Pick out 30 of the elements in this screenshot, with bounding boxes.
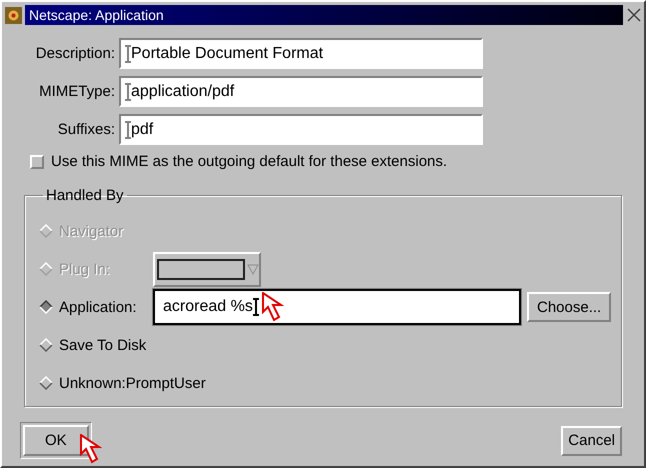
radio-label: Plug In: bbox=[59, 260, 110, 278]
text-field[interactable]: application/pdf bbox=[119, 76, 483, 107]
radio-button[interactable] bbox=[39, 300, 53, 314]
radio-label: Unknown:PromptUser bbox=[59, 374, 206, 392]
checkbox[interactable] bbox=[30, 154, 44, 168]
radio-label: Application: bbox=[59, 298, 137, 316]
field-label: MIMEType: bbox=[38, 83, 115, 100]
radio-button[interactable] bbox=[39, 376, 53, 390]
text-field[interactable]: Portable Document Format bbox=[119, 38, 483, 69]
text-cursor-icon bbox=[125, 82, 131, 100]
checkbox-label: Use this MIME as the outgoing default for these extensions. bbox=[51, 153, 448, 170]
dropdown-arrow-icon bbox=[247, 263, 259, 275]
close-icon[interactable] bbox=[626, 7, 642, 23]
text-field[interactable]: pdf bbox=[119, 114, 483, 145]
app-icon bbox=[5, 6, 22, 24]
application-field[interactable]: acroread %s bbox=[153, 289, 521, 325]
radio-label: Navigator bbox=[59, 222, 124, 240]
window-title: Netscape: Application bbox=[25, 5, 623, 25]
radio-label: Save To Disk bbox=[59, 336, 146, 354]
text-cursor-icon bbox=[125, 44, 131, 62]
cancel-button[interactable]: Cancel bbox=[561, 426, 622, 456]
choose-button[interactable]: Choose... bbox=[527, 292, 612, 322]
radio-button[interactable] bbox=[39, 338, 53, 352]
field-label: Suffixes: bbox=[56, 121, 115, 138]
field-label: Description: bbox=[34, 45, 115, 62]
ok-button[interactable]: OK bbox=[23, 425, 89, 456]
text-cursor-icon bbox=[252, 298, 259, 316]
text-cursor-icon bbox=[125, 120, 131, 138]
group-title: Handled By bbox=[45, 187, 125, 204]
plugin-dropdown[interactable] bbox=[153, 252, 261, 286]
